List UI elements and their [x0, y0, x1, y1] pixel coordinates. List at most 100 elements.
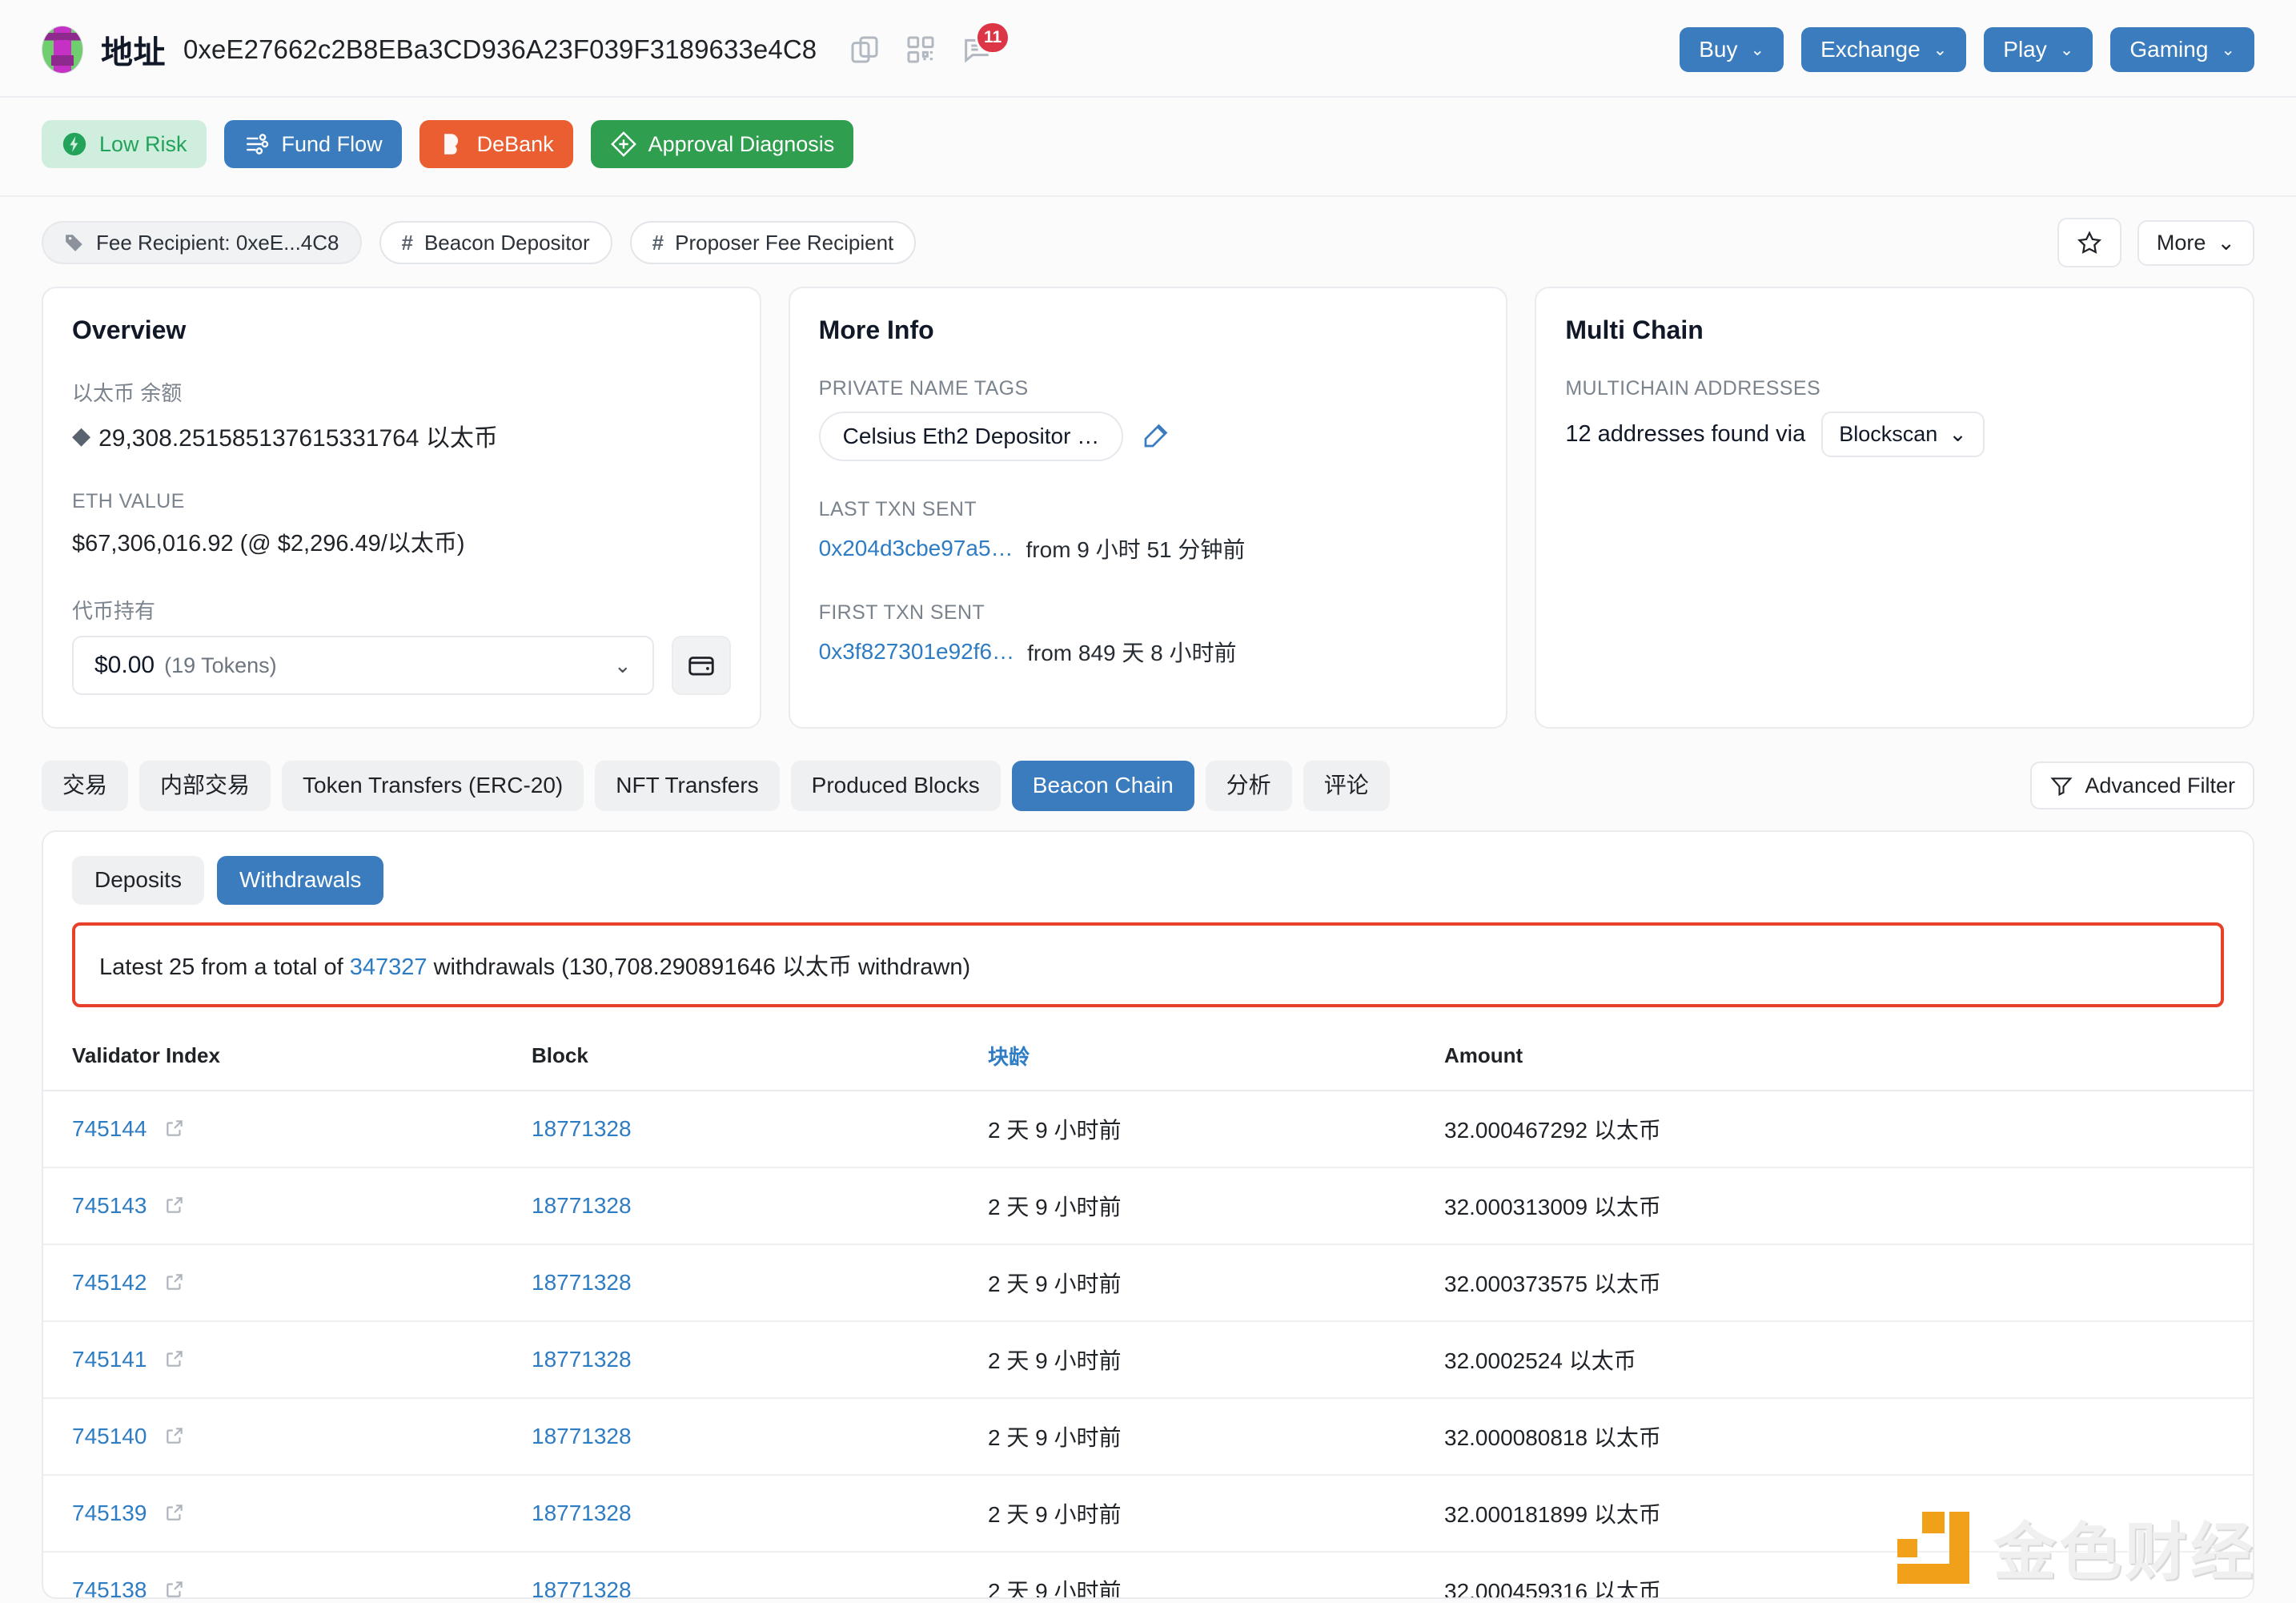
- address-page: 地址 0xeE27662c2B8EBa3CD936A23F039F3189633…: [0, 0, 2296, 1603]
- block-link[interactable]: 18771328: [532, 1501, 632, 1525]
- cell-block: 18771328: [532, 1320, 988, 1399]
- address-value: 0xeE27662c2B8EBa3CD936A23F039F3189633e4C…: [183, 34, 817, 64]
- tab-produced-blocks[interactable]: Produced Blocks: [790, 761, 1001, 811]
- tag-beacon-depositor-label: Beacon Depositor: [423, 231, 590, 255]
- cell-block-age: 2 天 9 小时前: [988, 1551, 1444, 1597]
- external-link-icon[interactable]: [164, 1502, 185, 1523]
- validator-index-link[interactable]: 745139: [72, 1501, 147, 1525]
- cell-validator-index: 745141: [43, 1320, 532, 1399]
- first-txn-hash-link[interactable]: 0x3f827301e92f6…: [819, 639, 1014, 665]
- external-link-icon[interactable]: [164, 1348, 185, 1369]
- low-risk-badge[interactable]: Low Risk: [42, 120, 207, 168]
- token-holdings-select[interactable]: $0.00 (19 Tokens) ⌄: [72, 636, 654, 695]
- tab-token-transfers[interactable]: Token Transfers (ERC-20): [282, 761, 584, 811]
- cell-block: 18771328: [532, 1243, 988, 1322]
- summary-cards: Overview 以太币 余额 ◆ 29,308.251585137615331…: [0, 267, 2296, 729]
- blockscan-select[interactable]: Blockscan ⌄: [1821, 412, 1985, 457]
- external-link-icon[interactable]: [164, 1195, 185, 1215]
- advanced-filter-button[interactable]: Advanced Filter: [2030, 761, 2254, 810]
- tab-transactions[interactable]: 交易: [42, 761, 129, 811]
- validator-index-link[interactable]: 745144: [72, 1116, 147, 1141]
- page-title: 地址: [101, 35, 166, 70]
- validator-index-link[interactable]: 745138: [72, 1577, 147, 1597]
- gaming-button[interactable]: Gaming ⌄: [2110, 27, 2254, 72]
- tab-internal-transactions[interactable]: 内部交易: [139, 761, 271, 811]
- cell-block: 18771328: [532, 1474, 988, 1553]
- external-link-icon[interactable]: [164, 1425, 185, 1446]
- chevron-down-icon: ⌄: [1933, 40, 1948, 59]
- validator-index-link[interactable]: 745140: [72, 1424, 147, 1448]
- validator-index-link[interactable]: 745141: [72, 1347, 147, 1372]
- qr-code-icon[interactable]: [905, 34, 937, 66]
- balance-value: 29,308.251585137615331764 以太币: [98, 425, 498, 452]
- star-icon: [2077, 231, 2101, 254]
- block-link[interactable]: 18771328: [532, 1347, 632, 1372]
- private-name-tags-label: PRIVATE NAME TAGS: [818, 377, 1029, 400]
- exchange-label: Exchange: [1820, 37, 1921, 62]
- multi-chain-card: Multi Chain MULTICHAIN ADDRESSES 12 addr…: [1535, 287, 2254, 729]
- fund-flow-button[interactable]: Fund Flow: [223, 120, 402, 168]
- block-link[interactable]: 18771328: [532, 1577, 632, 1597]
- tab-comments[interactable]: 评论: [1303, 761, 1390, 811]
- cell-block-age: 2 天 9 小时前: [988, 1320, 1444, 1399]
- wallet-button[interactable]: [671, 636, 731, 695]
- private-name-tag-chip[interactable]: Celsius Eth2 Depositor …: [818, 412, 1124, 461]
- block-link[interactable]: 18771328: [532, 1116, 632, 1141]
- buy-button[interactable]: Buy ⌄: [1680, 27, 1784, 72]
- page-row-actions: More ⌄: [2057, 218, 2254, 267]
- blockscan-label: Blockscan: [1839, 422, 1938, 446]
- block-link[interactable]: 18771328: [532, 1193, 632, 1218]
- play-button[interactable]: Play ⌄: [1984, 27, 2093, 72]
- favorite-button[interactable]: [2057, 218, 2121, 267]
- approval-diagnosis-button[interactable]: Approval Diagnosis: [590, 120, 854, 168]
- exchange-button[interactable]: Exchange ⌄: [1801, 27, 1967, 72]
- debank-label: DeBank: [476, 131, 554, 156]
- last-txn-hash-link[interactable]: 0x204d3cbe97a5…: [819, 536, 1014, 561]
- edit-icon[interactable]: [1141, 422, 1170, 451]
- tab-nft-transfers[interactable]: NFT Transfers: [595, 761, 780, 811]
- tab-analytics[interactable]: 分析: [1205, 761, 1292, 811]
- external-link-icon[interactable]: [164, 1118, 185, 1139]
- token-holdings-label: 代币持有: [72, 599, 156, 623]
- price-tag-icon: [66, 235, 82, 251]
- chat-icon[interactable]: 11: [961, 21, 1011, 66]
- cell-validator-index: 745143: [43, 1167, 532, 1245]
- name-tag-row: Fee Recipient: 0xeE...4C8 # Beacon Depos…: [0, 197, 2296, 267]
- subtab-deposits[interactable]: Deposits: [72, 855, 204, 905]
- header-block: Block: [532, 1019, 988, 1091]
- ethereum-icon: ◆: [72, 422, 91, 449]
- table-row: 745141 18771328 2 天 9 小时前 32.0002524 以太币: [43, 1320, 2253, 1399]
- subtab-withdrawals[interactable]: Withdrawals: [216, 855, 384, 905]
- tag-fee-recipient[interactable]: Fee Recipient: 0xeE...4C8: [42, 221, 362, 264]
- tag-proposer-fee-recipient[interactable]: # Proposer Fee Recipient: [629, 221, 917, 264]
- block-link[interactable]: 18771328: [532, 1270, 632, 1295]
- balance-label: 以太币 余额: [72, 381, 183, 405]
- tag-fee-recipient-label: Fee Recipient: 0xeE...4C8: [96, 231, 339, 255]
- page-header: 地址 0xeE27662c2B8EBa3CD936A23F039F3189633…: [0, 0, 2296, 98]
- tag-beacon-depositor[interactable]: # Beacon Depositor: [379, 221, 612, 264]
- debank-button[interactable]: DeBank: [419, 120, 573, 168]
- cell-validator-index: 745140: [43, 1397, 532, 1476]
- external-link-icon[interactable]: [164, 1272, 185, 1292]
- bolt-icon: [62, 132, 86, 156]
- header-validator-index: Validator Index: [43, 1019, 532, 1091]
- tab-beacon-chain[interactable]: Beacon Chain: [1011, 761, 1194, 811]
- balance-row: ◆ 29,308.251585137615331764 以太币: [72, 418, 731, 453]
- header-block-age[interactable]: 块龄: [988, 1019, 1444, 1091]
- validator-index-link[interactable]: 745143: [72, 1193, 147, 1218]
- validator-index-link[interactable]: 745142: [72, 1270, 147, 1295]
- more-info-card: More Info PRIVATE NAME TAGS Celsius Eth2…: [788, 287, 1508, 729]
- hash-icon: #: [652, 231, 664, 255]
- copy-icon[interactable]: [849, 34, 881, 66]
- total-withdrawals-link[interactable]: 347327: [350, 954, 427, 980]
- last-txn-label: LAST TXN SENT: [818, 498, 977, 520]
- chevron-down-icon: ⌄: [2217, 230, 2235, 255]
- summary-prefix: Latest 25 from a total of: [99, 954, 350, 980]
- avatar: [42, 26, 83, 74]
- token-holdings-count: (19 Tokens): [164, 653, 277, 677]
- overview-title: Overview: [72, 315, 187, 344]
- block-link[interactable]: 18771328: [532, 1424, 632, 1448]
- more-button[interactable]: More ⌄: [2137, 219, 2254, 266]
- table-row: 745143 18771328 2 天 9 小时前 32.000313009 以…: [43, 1167, 2253, 1245]
- external-link-icon[interactable]: [164, 1579, 185, 1599]
